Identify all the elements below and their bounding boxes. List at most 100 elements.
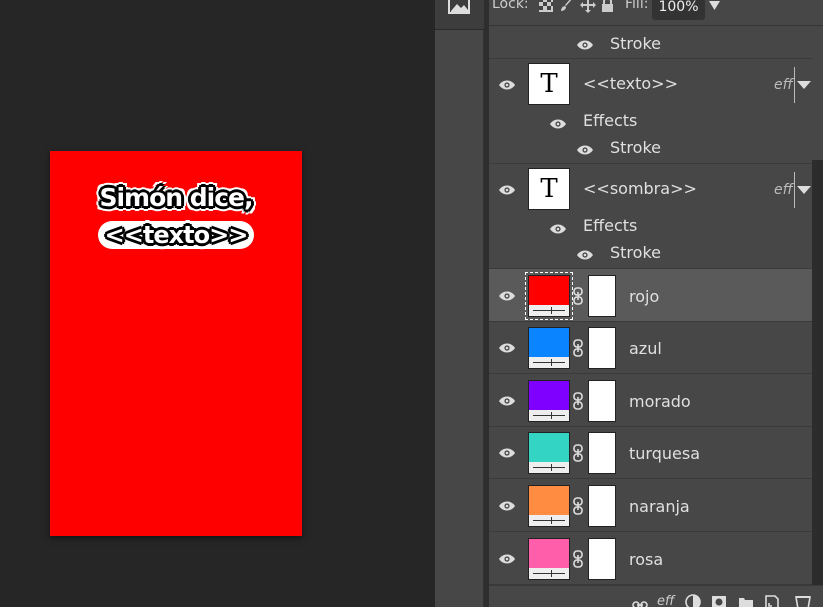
eye-icon[interactable] [499, 185, 515, 195]
layer-mask-thumbnail[interactable] [588, 327, 616, 369]
layer-name: azul [629, 339, 662, 358]
effects-dropdown-icon[interactable] [797, 81, 811, 89]
canvas-text-line2: <<texto>> [104, 221, 249, 249]
canvas-area[interactable]: Simón dice, <<texto>> [0, 0, 435, 607]
effects-button[interactable]: eff [774, 77, 793, 93]
lock-toolbar: Lock: Fill: 100% [489, 0, 823, 26]
fill-layer-thumbnail[interactable] [525, 272, 573, 320]
fill-layer-thumbnail[interactable] [528, 432, 570, 474]
eye-icon[interactable] [577, 250, 593, 260]
mask-icon[interactable] [711, 594, 727, 607]
layer-mask-thumbnail[interactable] [588, 380, 616, 422]
layer-row-texto[interactable]: T <<texto>> eff Effects Stroke [489, 59, 812, 164]
thumb-slider-knob [551, 570, 552, 577]
layers-scrollbar[interactable] [812, 160, 823, 585]
adjustment-layer-icon[interactable] [685, 594, 701, 607]
layer-row-rosa[interactable]: rosa [489, 532, 812, 585]
effect-label-stroke: Stroke [610, 243, 661, 262]
chain-link-icon[interactable] [573, 444, 583, 462]
eye-icon[interactable] [577, 145, 593, 155]
effects-separator [794, 172, 795, 208]
layer-row-naranja[interactable]: naranja [489, 479, 812, 532]
eye-icon[interactable] [577, 40, 593, 50]
lock-transparency-icon[interactable] [539, 0, 553, 12]
eye-icon[interactable] [499, 448, 515, 458]
chain-link-icon[interactable] [573, 550, 583, 568]
effects-button[interactable]: eff [774, 182, 793, 198]
chain-link-icon[interactable] [573, 287, 583, 305]
color-swatch [529, 486, 569, 515]
eye-icon[interactable] [499, 396, 515, 406]
color-swatch [529, 276, 569, 305]
thumb-slider-knob [551, 412, 552, 419]
layer-mask-thumbnail[interactable] [588, 538, 616, 580]
thumb-slider-knob [551, 517, 552, 524]
layer-mask-thumbnail[interactable] [588, 275, 616, 317]
thumb-slider-line [533, 362, 565, 363]
eye-icon[interactable] [499, 80, 515, 90]
lock-paint-icon[interactable] [560, 0, 574, 13]
link-icon[interactable] [632, 597, 648, 607]
layer-row-rojo[interactable]: rojo [489, 269, 812, 322]
layer-name: morado [629, 392, 691, 411]
color-swatch [529, 433, 569, 462]
text-layer-thumbnail: T [528, 168, 570, 210]
layer-name-texto: <<texto>> [583, 74, 678, 93]
fill-label: Fill: [625, 0, 649, 12]
folder-icon[interactable] [738, 594, 754, 607]
layer-mask-thumbnail[interactable] [588, 432, 616, 474]
fill-dropdown-icon[interactable] [709, 1, 720, 10]
new-layer-icon[interactable] [764, 594, 780, 607]
thumb-slider-line [533, 415, 565, 416]
document-canvas[interactable]: Simón dice, <<texto>> [50, 151, 302, 536]
layer-row-sombra[interactable]: T <<sombra>> eff Effects Stroke [489, 164, 812, 269]
layer-name-sombra: <<sombra>> [583, 179, 697, 198]
eye-icon[interactable] [550, 119, 566, 129]
eye-icon[interactable] [499, 343, 515, 353]
fill-layer-thumbnail[interactable] [528, 538, 570, 580]
thumb-slider-line [533, 573, 565, 574]
effect-label-stroke: Stroke [610, 138, 661, 157]
fill-layer-thumbnail[interactable] [528, 380, 570, 422]
panel-mini-column [435, 0, 484, 607]
color-swatch [529, 539, 569, 568]
fill-input[interactable]: 100% [652, 0, 705, 20]
thumb-slider-knob [551, 307, 552, 314]
mini-column-header [435, 0, 484, 30]
eye-icon[interactable] [499, 554, 515, 564]
lock-move-icon[interactable] [580, 0, 596, 13]
eye-icon[interactable] [550, 224, 566, 234]
effects-dropdown-icon[interactable] [797, 186, 811, 194]
effects-label: Effects [583, 111, 638, 130]
layer-row-azul[interactable]: azul [489, 322, 812, 374]
layer-mask-thumbnail[interactable] [588, 485, 616, 527]
fill-layer-thumbnail[interactable] [528, 485, 570, 527]
trash-icon[interactable] [795, 594, 811, 607]
effects-separator [794, 67, 795, 103]
text-layer-thumbnail: T [528, 63, 570, 105]
layer-row-morado[interactable]: morado [489, 374, 812, 427]
chain-link-icon[interactable] [573, 392, 583, 410]
image-icon[interactable] [448, 0, 470, 14]
chain-link-icon[interactable] [573, 497, 583, 515]
lock-all-icon[interactable] [601, 0, 614, 13]
app-window: Simón dice, <<texto>> Lock: Fill: 100% S… [0, 0, 823, 607]
lock-label: Lock: [492, 0, 529, 12]
layers-panel: Lock: Fill: 100% Stroke T <<texto>> eff … [489, 0, 823, 607]
color-swatch [529, 381, 569, 410]
eye-icon[interactable] [499, 291, 515, 301]
thumb-slider-line [533, 467, 565, 468]
layer-name: rosa [629, 550, 664, 569]
layers-bottom-toolbar: eff [489, 585, 823, 607]
fill-layer-thumbnail[interactable] [528, 327, 570, 369]
color-swatch [529, 328, 569, 357]
eye-icon[interactable] [499, 501, 515, 511]
effects-menu-button[interactable]: eff [657, 594, 674, 607]
thumb-slider-line [533, 520, 565, 521]
layer-row-turquesa[interactable]: turquesa [489, 427, 812, 479]
effect-row-stroke[interactable]: Stroke [489, 26, 812, 59]
thumb-slider-knob [551, 359, 552, 366]
canvas-text-line1: Simón dice, [99, 183, 253, 212]
thumb-slider-knob [551, 464, 552, 471]
chain-link-icon[interactable] [573, 339, 583, 357]
